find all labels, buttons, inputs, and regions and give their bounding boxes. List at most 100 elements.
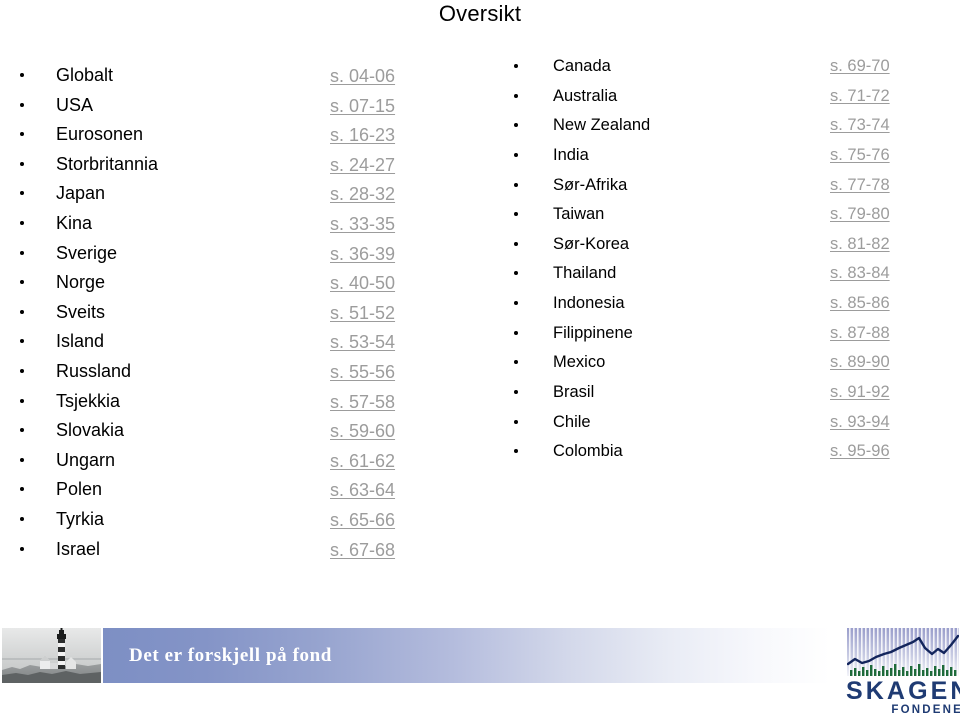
toc-row[interactable]: Ungarn s. 61-62	[0, 447, 470, 477]
toc-row[interactable]: Island s. 53-54	[0, 328, 470, 358]
toc-row[interactable]: Taiwan s. 79-80	[497, 202, 960, 232]
bullet-icon	[514, 64, 518, 68]
toc-row[interactable]: Eurosonen s. 16-23	[0, 121, 470, 151]
toc-row[interactable]: Sør-Korea s. 81-82	[497, 232, 960, 262]
toc-page-link[interactable]: s. 79-80	[830, 202, 890, 227]
slide-footer: Det er forskjell på fond SKAGEN FONDENE	[0, 627, 960, 718]
bullet-icon	[514, 449, 518, 454]
toc-page-link[interactable]: s. 55-56	[330, 359, 395, 385]
toc-page-link[interactable]: s. 65-66	[330, 507, 395, 533]
toc-page-link[interactable]: s. 87-88	[830, 321, 890, 346]
toc-item-label: Polen	[56, 479, 103, 500]
toc-item-label: Japan	[56, 183, 106, 204]
toc-page-link[interactable]: s. 24-27	[330, 152, 395, 178]
toc-page-link[interactable]: s. 73-74	[830, 113, 890, 138]
toc-row[interactable]: Israel s. 67-68	[0, 536, 470, 566]
toc-row[interactable]: Tsjekkia s. 57-58	[0, 388, 470, 418]
toc-page-link[interactable]: s. 83-84	[830, 261, 890, 286]
toc-item-label: Tyrkia	[56, 508, 105, 529]
bullet-icon	[514, 241, 518, 246]
toc-row[interactable]: Slovakia s. 59-60	[0, 417, 470, 447]
toc-page-link[interactable]: s. 51-52	[330, 300, 395, 326]
toc-item-label: Israel	[56, 538, 101, 559]
bullet-icon	[20, 368, 24, 373]
toc-row[interactable]: Indonesia s. 85-86	[497, 291, 960, 321]
toc-row[interactable]: Globalt s. 04-06	[0, 62, 470, 92]
toc-row[interactable]: Brasil s. 91-92	[497, 380, 960, 410]
tagline-bar: Det er forskjell på fond	[103, 628, 830, 683]
toc-item-label: Canada	[553, 57, 611, 75]
bullet-icon	[514, 330, 518, 335]
toc-page-link[interactable]: s. 85-86	[830, 291, 890, 316]
tagline-text: Det er forskjell på fond	[129, 645, 332, 666]
toc-row[interactable]: New Zealand s. 73-74	[497, 113, 960, 143]
toc-row[interactable]: USA s. 07-15	[0, 92, 470, 122]
toc-row[interactable]: Sør-Afrika s. 77-78	[497, 173, 960, 203]
toc-page-link[interactable]: s. 69-70	[830, 54, 890, 79]
toc-row[interactable]: Kina s. 33-35	[0, 210, 470, 240]
toc-row[interactable]: Sverige s. 36-39	[0, 240, 470, 270]
toc-item-label: USA	[56, 94, 94, 115]
toc-row[interactable]: Thailand s. 83-84	[497, 261, 960, 291]
toc-page-link[interactable]: s. 67-68	[330, 537, 395, 563]
toc-item-label: Sverige	[56, 242, 118, 263]
bullet-icon	[514, 360, 518, 365]
toc-page-link[interactable]: s. 95-96	[830, 439, 890, 464]
toc-page-link[interactable]: s. 16-23	[330, 122, 395, 148]
toc-page-link[interactable]: s. 93-94	[830, 410, 890, 435]
toc-page-link[interactable]: s. 07-15	[330, 93, 395, 119]
toc-item-label: Brasil	[553, 383, 595, 402]
logo-chart-icon	[847, 628, 959, 676]
toc-page-link[interactable]: s. 91-92	[830, 380, 890, 405]
toc-row[interactable]: Colombia s. 95-96	[497, 439, 960, 469]
toc-row[interactable]: India s. 75-76	[497, 143, 960, 173]
toc-row[interactable]: Australia s. 71-72	[497, 84, 960, 114]
bullet-icon	[20, 250, 24, 255]
bullet-icon	[20, 280, 24, 285]
toc-row[interactable]: Filippinene s. 87-88	[497, 321, 960, 351]
toc-row[interactable]: Tyrkia s. 65-66	[0, 506, 470, 536]
toc-page-link[interactable]: s. 57-58	[330, 389, 395, 415]
toc-row[interactable]: Canada s. 69-70	[497, 54, 960, 84]
bullet-icon	[20, 546, 24, 551]
toc-row[interactable]: Storbritannia s. 24-27	[0, 151, 470, 181]
toc-page-link[interactable]: s. 75-76	[830, 143, 890, 168]
toc-row[interactable]: Norge s. 40-50	[0, 269, 470, 299]
toc-item-label: New Zealand	[553, 116, 651, 135]
toc-page-link[interactable]: s. 04-06	[330, 63, 395, 89]
toc-item-label: Ungarn	[56, 449, 116, 470]
toc-row[interactable]: Polen s. 63-64	[0, 476, 470, 506]
toc-page-link[interactable]: s. 61-62	[330, 448, 395, 474]
bullet-icon	[20, 487, 24, 492]
toc-item-label: Slovakia	[56, 420, 125, 441]
toc-item-label: Thailand	[553, 264, 617, 283]
toc-page-link[interactable]: s. 77-78	[830, 173, 890, 198]
toc-page-link[interactable]: s. 40-50	[330, 270, 395, 296]
toc-item-label: Chile	[553, 412, 591, 431]
toc-left-column: Globalt s. 04-06 USA s. 07-15 Eurosonen s. 16…	[0, 62, 470, 565]
toc-row[interactable]: Mexico s. 89-90	[497, 350, 960, 380]
bullet-icon	[514, 419, 518, 424]
toc-page-link[interactable]: s. 59-60	[330, 418, 395, 444]
toc-row[interactable]: Sveits s. 51-52	[0, 299, 470, 329]
toc-page-link[interactable]: s. 89-90	[830, 350, 890, 375]
toc-row[interactable]: Japan s. 28-32	[0, 180, 470, 210]
toc-page-link[interactable]: s. 63-64	[330, 477, 395, 503]
toc-row[interactable]: Russland s. 55-56	[0, 358, 470, 388]
toc-page-link[interactable]: s. 28-32	[330, 181, 395, 207]
logo-wordmark: SKAGEN	[846, 677, 960, 705]
toc-item-label: Tsjekkia	[56, 390, 121, 411]
toc-page-link[interactable]: s. 81-82	[830, 232, 890, 257]
toc-item-label: Globalt	[56, 65, 114, 85]
toc-page-link[interactable]: s. 33-35	[330, 211, 395, 237]
toc-row[interactable]: Chile s. 93-94	[497, 410, 960, 440]
toc-page-link[interactable]: s. 71-72	[830, 84, 890, 109]
bullet-icon	[20, 191, 24, 196]
toc-page-link[interactable]: s. 53-54	[330, 329, 395, 355]
toc-page-link[interactable]: s. 36-39	[330, 241, 395, 267]
bullet-icon	[20, 132, 24, 137]
bullet-icon	[20, 161, 24, 166]
toc-item-label: Island	[56, 331, 105, 352]
toc-item-label: Eurosonen	[56, 124, 144, 145]
bullet-icon	[514, 390, 518, 395]
